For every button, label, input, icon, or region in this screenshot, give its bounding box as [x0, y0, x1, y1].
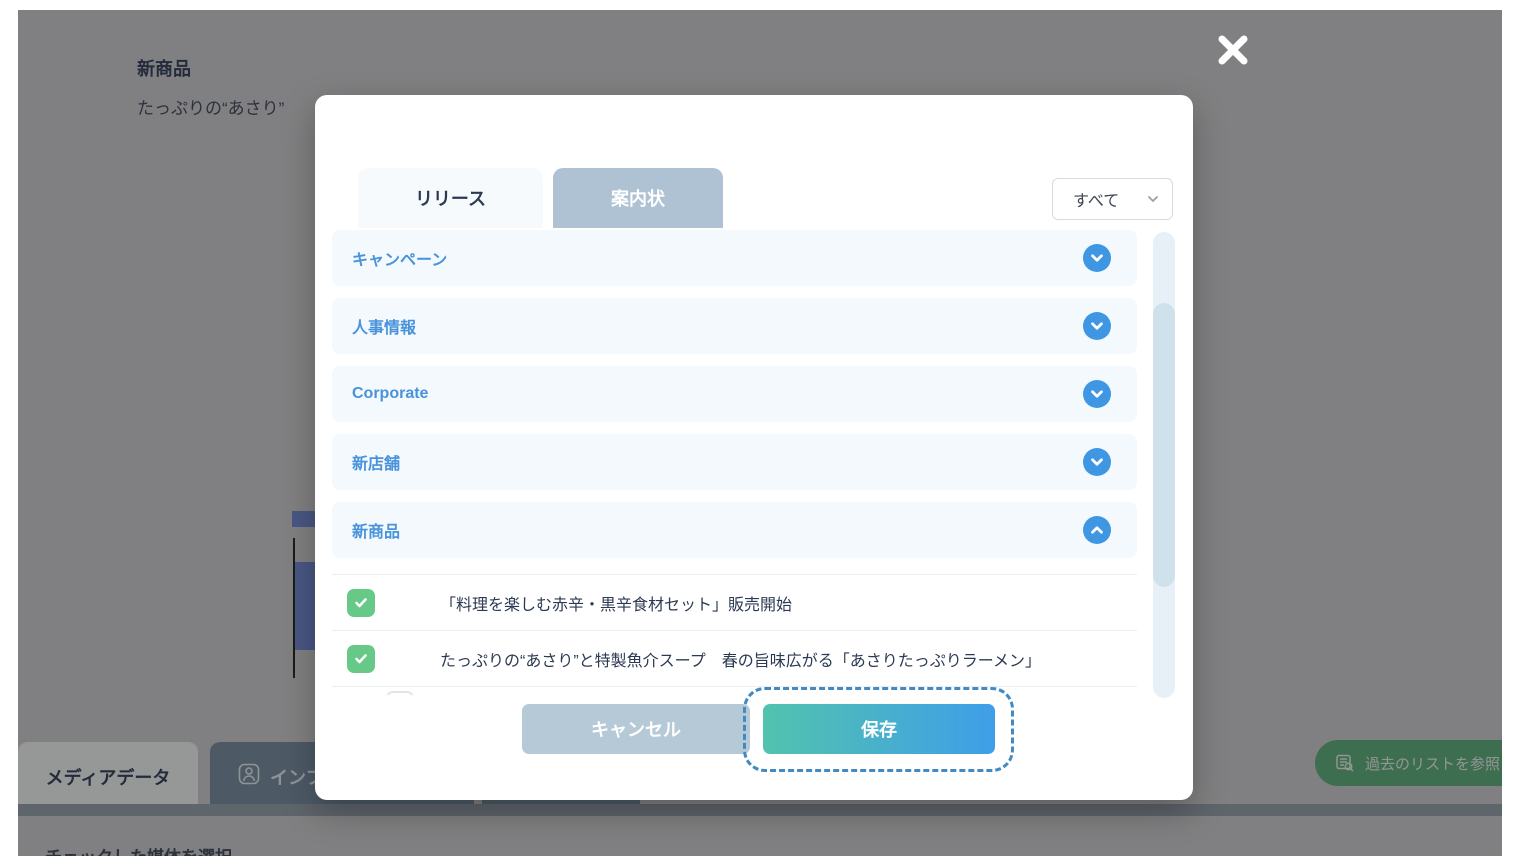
chevron-down-circle-icon[interactable]	[1083, 380, 1111, 408]
category-label: 新店舗	[352, 450, 400, 474]
filter-dropdown[interactable]: すべて	[1052, 178, 1173, 220]
category-row-hr[interactable]: 人事情報	[332, 298, 1137, 354]
close-icon[interactable]	[1214, 31, 1254, 71]
chevron-up-circle-icon[interactable]	[1083, 516, 1111, 544]
checkbox-unchecked-icon[interactable]	[386, 691, 414, 695]
checkbox-checked-icon[interactable]	[347, 589, 375, 617]
tab-release[interactable]: リリース	[358, 168, 543, 228]
release-item-row-clipped[interactable]	[332, 686, 1137, 695]
category-row-corporate[interactable]: Corporate	[332, 366, 1137, 422]
release-item-row[interactable]: たっぷりの“あさり”と特製魚介スープ 春の旨味広がる「あさりたっぷりラーメン」	[332, 630, 1137, 686]
category-row-new-product[interactable]: 新商品	[332, 502, 1137, 558]
release-item-row[interactable]: 「料理を楽しむ赤辛・黒辛食材セット」販売開始	[332, 574, 1137, 630]
save-button[interactable]: 保存	[763, 704, 995, 754]
category-label: キャンペーン	[352, 246, 447, 270]
category-label: 新商品	[352, 518, 400, 542]
category-row-campaign[interactable]: キャンペーン	[332, 230, 1137, 286]
category-label: 人事情報	[352, 314, 416, 338]
category-label: Corporate	[352, 385, 428, 403]
scrollbar-track[interactable]	[1153, 232, 1175, 698]
release-item-label: たっぷりの“あさり”と特製魚介スープ 春の旨味広がる「あさりたっぷりラーメン」	[440, 647, 1041, 671]
cancel-button[interactable]: キャンセル	[522, 704, 750, 754]
page: 新商品 たっぷりの“あさり” メディアデータ インフ	[0, 0, 1516, 864]
category-row-new-store[interactable]: 新店舗	[332, 434, 1137, 490]
filter-dropdown-value: すべて	[1073, 187, 1119, 211]
tab-invitation[interactable]: 案内状	[553, 168, 723, 228]
media-select-modal: リリース 案内状 すべて キャンペーン 人事情報 Corporate	[315, 95, 1193, 800]
release-item-label: 「料理を楽しむ赤辛・黒辛食材セット」販売開始	[440, 591, 792, 615]
chevron-down-circle-icon[interactable]	[1083, 244, 1111, 272]
chevron-down-icon	[1146, 192, 1160, 206]
scrollbar-thumb[interactable]	[1153, 303, 1175, 587]
chevron-down-circle-icon[interactable]	[1083, 312, 1111, 340]
checkbox-checked-icon[interactable]	[347, 645, 375, 673]
chevron-down-circle-icon[interactable]	[1083, 448, 1111, 476]
